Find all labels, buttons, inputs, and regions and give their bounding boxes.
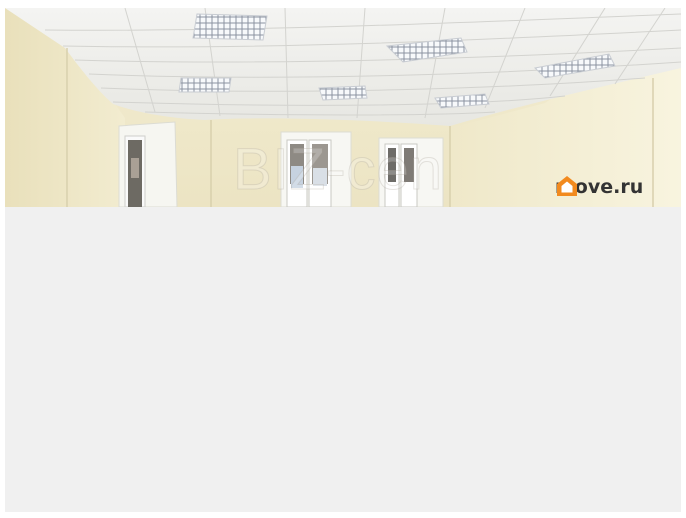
office-room-photo: BIZ-cen move.ru [5,8,681,207]
brand-logo: move.ru [555,174,643,200]
house-icon [557,176,577,196]
blank-placeholder-area [5,207,681,512]
watermark-text: BIZ-cen [232,137,444,203]
image-frame: BIZ-cen move.ru [5,8,681,512]
